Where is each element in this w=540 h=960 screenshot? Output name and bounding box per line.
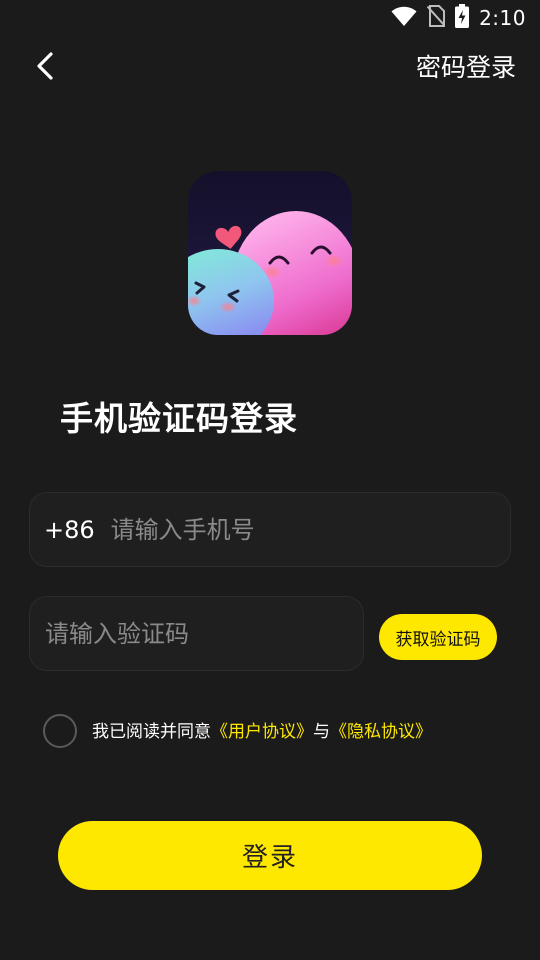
verification-code-input[interactable] bbox=[45, 619, 345, 648]
phone-input[interactable] bbox=[110, 515, 471, 544]
privacy-policy-link[interactable]: 《隐私协议》 bbox=[330, 722, 432, 742]
get-code-button[interactable]: 获取验证码 bbox=[379, 614, 497, 660]
agreement-conjunction: 与 bbox=[313, 722, 330, 742]
login-button[interactable]: 登录 bbox=[58, 821, 482, 890]
agreement-checkbox[interactable] bbox=[43, 714, 77, 748]
agreement-text: 我已阅读并同意《用户协议》与《隐私协议》 bbox=[92, 720, 432, 744]
battery-charging-icon bbox=[455, 4, 470, 32]
wifi-icon bbox=[391, 5, 417, 31]
chevron-left-icon bbox=[34, 51, 58, 85]
app-logo bbox=[188, 171, 352, 335]
status-bar: 2:10 bbox=[0, 0, 540, 36]
back-button[interactable] bbox=[24, 46, 68, 90]
status-time: 2:10 bbox=[479, 6, 526, 30]
verification-code-field bbox=[29, 596, 364, 671]
page-title: 手机验证码登录 bbox=[60, 399, 298, 438]
user-agreement-link[interactable]: 《用户协议》 bbox=[211, 722, 313, 742]
password-login-link[interactable]: 密码登录 bbox=[416, 48, 516, 88]
status-icons: 2:10 bbox=[391, 4, 526, 32]
phone-field: +86 bbox=[29, 492, 511, 567]
country-code[interactable]: +86 bbox=[44, 516, 95, 544]
agreement-prefix: 我已阅读并同意 bbox=[92, 722, 211, 742]
no-sim-icon bbox=[426, 5, 446, 31]
